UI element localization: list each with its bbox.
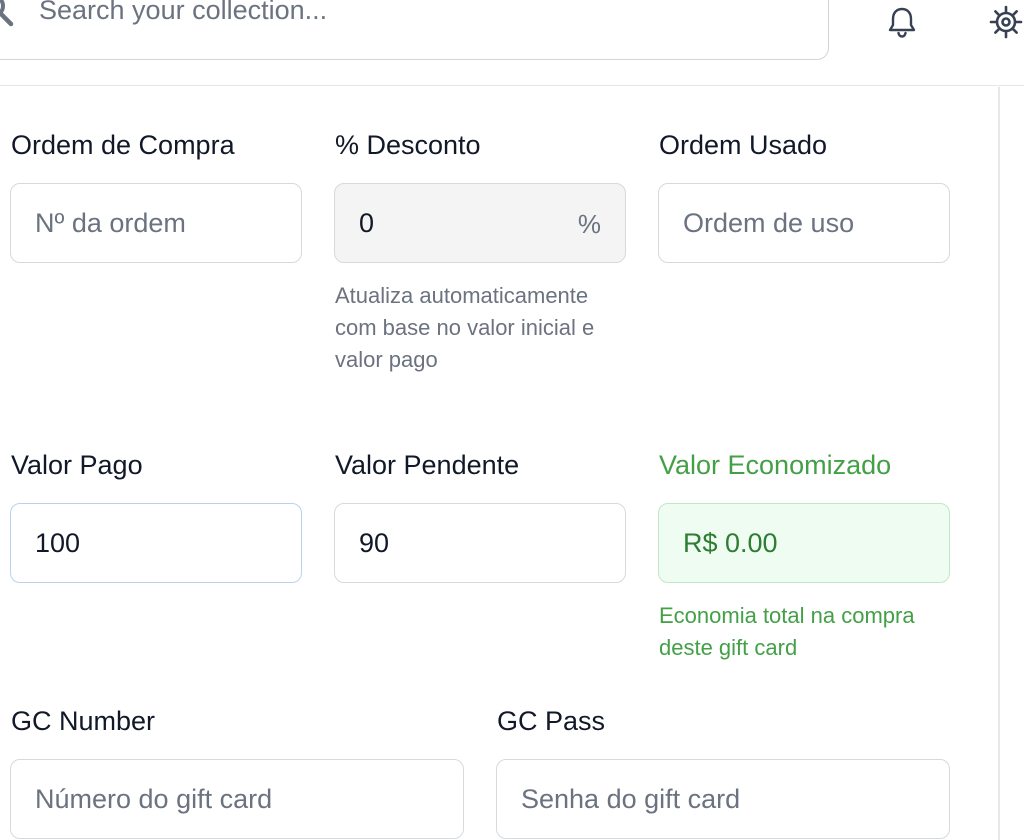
search-icon [0, 0, 14, 27]
discount-label: % Desconto [335, 130, 481, 160]
paid-value-input[interactable] [35, 504, 277, 582]
gear-icon[interactable] [988, 4, 1024, 40]
paid-value-field[interactable] [10, 503, 302, 583]
pending-value-label: Valor Pendente [335, 450, 520, 480]
gc-pass-input[interactable] [521, 760, 925, 838]
purchase-order-field[interactable] [10, 183, 302, 263]
gc-pass-field[interactable] [496, 759, 950, 839]
purchase-order-label: Ordem de Compra [11, 130, 235, 160]
discount-hint: Atualiza automaticamente com base no val… [335, 283, 595, 372]
saved-value-label: Valor Economizado [659, 450, 892, 480]
bell-icon[interactable] [884, 4, 920, 40]
search-box[interactable] [0, 0, 829, 60]
discount-field: % [334, 183, 626, 263]
percent-suffix: % [577, 209, 601, 239]
saved-value-display [683, 504, 925, 582]
pending-value-input[interactable] [359, 504, 601, 582]
vertical-scrollbar[interactable] [998, 87, 1000, 840]
purchase-order-input[interactable] [35, 184, 277, 262]
discount-input [359, 184, 601, 262]
saved-value-hint: Economia total na compra deste gift card [659, 603, 915, 660]
gc-pass-label: GC Pass [497, 706, 606, 736]
used-order-field[interactable] [658, 183, 950, 263]
gc-number-input[interactable] [35, 760, 439, 838]
gc-number-label: GC Number [11, 706, 156, 736]
top-bar [0, 0, 1024, 86]
used-order-input[interactable] [683, 184, 925, 262]
saved-value-field [658, 503, 950, 583]
used-order-label: Ordem Usado [659, 130, 828, 160]
gc-number-field[interactable] [10, 759, 464, 839]
search-input[interactable] [39, 0, 779, 27]
paid-value-label: Valor Pago [11, 450, 143, 480]
pending-value-field[interactable] [334, 503, 626, 583]
